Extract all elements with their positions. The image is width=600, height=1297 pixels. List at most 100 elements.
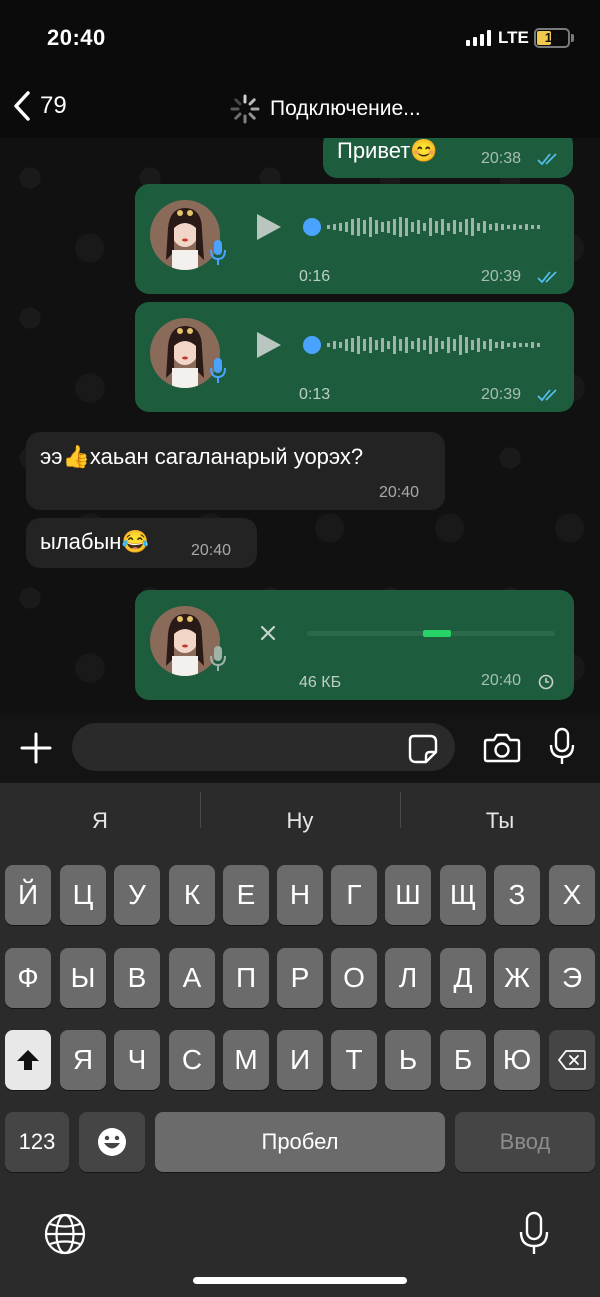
connection-status-text: Подключение...: [270, 97, 421, 120]
waveform[interactable]: [301, 332, 551, 358]
message-time: 20:40: [379, 484, 420, 501]
clock-icon: [538, 674, 554, 690]
battery-cap: [571, 34, 574, 42]
chevron-left-icon: [14, 91, 30, 121]
unread-count: 79: [40, 92, 67, 119]
sticker-icon[interactable]: [408, 734, 438, 764]
connection-status: Подключение...: [230, 94, 421, 124]
incoming-message[interactable]: ылабын😂 20:40: [26, 518, 257, 568]
camera-icon[interactable]: [483, 732, 521, 764]
key[interactable]: О: [331, 948, 377, 1008]
key[interactable]: Щ: [440, 865, 486, 925]
voice-message[interactable]: 0:13 20:39: [135, 302, 574, 412]
battery-icon: 14: [534, 28, 570, 48]
shift-key[interactable]: [5, 1030, 51, 1090]
microphone-icon: [210, 646, 226, 671]
microphone-icon[interactable]: [549, 727, 575, 767]
read-ticks-icon: [537, 271, 557, 284]
message-time: 20:39: [481, 268, 522, 285]
backspace-icon: [558, 1050, 586, 1070]
message-input[interactable]: [72, 723, 455, 771]
signal-icon: [466, 30, 491, 46]
key[interactable]: Ы: [60, 948, 106, 1008]
message-text: ээ👍хаьан сагаланарый уорэх?: [40, 444, 364, 469]
chat-area[interactable]: Привет😊 20:38 0:16 20:39 0:13 20:39 ээ👍х…: [0, 138, 600, 713]
numbers-key[interactable]: 123: [5, 1112, 69, 1172]
key[interactable]: Э: [549, 948, 595, 1008]
play-icon[interactable]: [255, 330, 283, 360]
microphone-icon: [210, 240, 226, 265]
input-bar: [0, 713, 600, 783]
shift-icon: [17, 1050, 39, 1070]
spinner-icon: [230, 94, 260, 124]
key[interactable]: К: [169, 865, 215, 925]
plus-icon[interactable]: [18, 730, 54, 766]
microphone-icon: [210, 358, 226, 383]
key[interactable]: У: [114, 865, 160, 925]
key[interactable]: В: [114, 948, 160, 1008]
key[interactable]: Г: [331, 865, 377, 925]
outgoing-message[interactable]: Привет😊 20:38: [323, 138, 573, 178]
enter-key[interactable]: Ввод: [455, 1112, 595, 1172]
message-text: Привет😊: [337, 138, 438, 163]
key[interactable]: Ц: [60, 865, 106, 925]
key[interactable]: М: [223, 1030, 269, 1090]
suggestion-bar: Я Ну Ты: [0, 783, 600, 859]
chat-header: 79 Подключение...: [0, 80, 600, 138]
play-icon[interactable]: [255, 212, 283, 242]
key[interactable]: Ж: [494, 948, 540, 1008]
upload-progress-bar: [307, 630, 555, 637]
message-text: ылабын😂: [40, 529, 149, 554]
emoji-icon: [98, 1128, 126, 1156]
voice-duration: 0:13: [299, 386, 331, 403]
voice-duration: 0:16: [299, 268, 331, 285]
key[interactable]: З: [494, 865, 540, 925]
key[interactable]: Т: [331, 1030, 377, 1090]
battery-level: 14: [544, 30, 560, 45]
key[interactable]: Я: [60, 1030, 106, 1090]
status-bar: 20:40 LTE 14: [0, 0, 600, 80]
key[interactable]: П: [223, 948, 269, 1008]
key[interactable]: И: [277, 1030, 323, 1090]
key[interactable]: Й: [5, 865, 51, 925]
key[interactable]: Р: [277, 948, 323, 1008]
voice-message-uploading[interactable]: 46 КБ 20:40: [135, 590, 574, 700]
key[interactable]: С: [169, 1030, 215, 1090]
voice-message[interactable]: 0:16 20:39: [135, 184, 574, 294]
dictation-microphone-icon[interactable]: [518, 1211, 550, 1257]
suggestion-item[interactable]: Ну: [200, 792, 400, 834]
read-ticks-icon: [537, 153, 557, 166]
read-ticks-icon: [537, 389, 557, 402]
emoji-key[interactable]: [79, 1112, 145, 1172]
file-size: 46 КБ: [299, 674, 342, 691]
message-time: 20:40: [191, 542, 232, 559]
key[interactable]: Ю: [494, 1030, 540, 1090]
key[interactable]: Х: [549, 865, 595, 925]
message-time: 20:38: [481, 150, 522, 167]
network-type: LTE: [498, 28, 529, 47]
key[interactable]: Ь: [385, 1030, 431, 1090]
keyboard: Я Ну Ты Й Ц У К Е Н Г Ш Щ З Х Ф Ы В А П …: [0, 783, 600, 1297]
home-indicator[interactable]: [193, 1277, 407, 1284]
suggestion-item[interactable]: Я: [0, 808, 200, 834]
key[interactable]: Ш: [385, 865, 431, 925]
key[interactable]: Н: [277, 865, 323, 925]
space-key[interactable]: Пробел: [155, 1112, 445, 1172]
key[interactable]: Ч: [114, 1030, 160, 1090]
globe-icon[interactable]: [44, 1213, 86, 1255]
message-time: 20:40: [481, 672, 522, 689]
status-time: 20:40: [47, 25, 106, 50]
cancel-upload-icon[interactable]: [258, 623, 278, 643]
incoming-message[interactable]: ээ👍хаьан сагаланарый уорэх? 20:40: [26, 432, 445, 510]
message-time: 20:39: [481, 386, 522, 403]
key[interactable]: Ф: [5, 948, 51, 1008]
suggestion-item[interactable]: Ты: [400, 792, 600, 834]
waveform[interactable]: [301, 214, 551, 240]
backspace-key[interactable]: [549, 1030, 595, 1090]
key[interactable]: Л: [385, 948, 431, 1008]
key[interactable]: Е: [223, 865, 269, 925]
key[interactable]: Б: [440, 1030, 486, 1090]
key[interactable]: Д: [440, 948, 486, 1008]
back-button[interactable]: 79: [12, 90, 67, 122]
key[interactable]: А: [169, 948, 215, 1008]
